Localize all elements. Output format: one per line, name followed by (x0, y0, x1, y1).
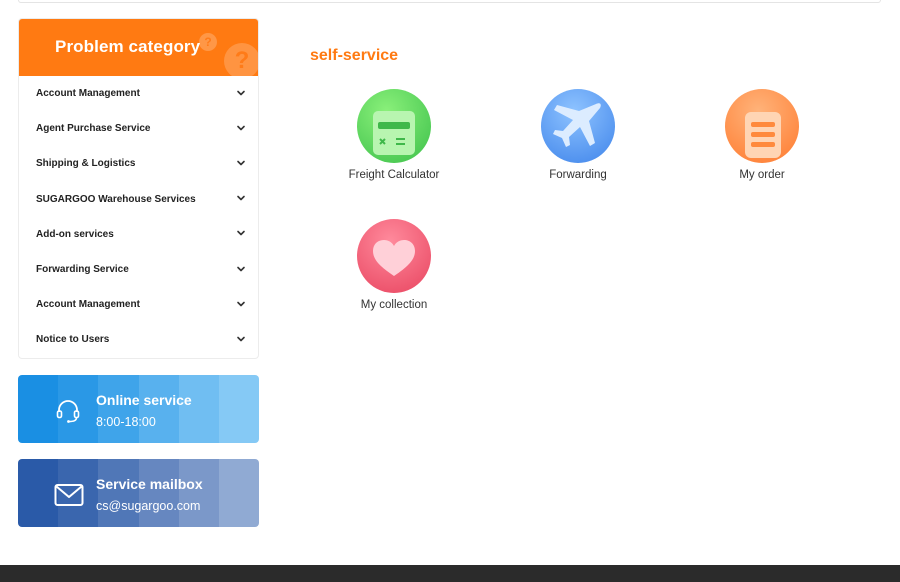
category-item-label: Shipping & Logistics (36, 158, 136, 170)
order-list-icon (725, 89, 799, 163)
online-service-title: Online service (96, 391, 192, 408)
question-mark-icon: ? (224, 43, 258, 76)
airplane-icon (541, 89, 615, 163)
tile-freight-calculator[interactable]: Freight Calculator (314, 89, 474, 181)
self-service-title: self-service (310, 47, 399, 64)
top-search-strip (18, 0, 881, 3)
heart-icon (357, 219, 431, 293)
chevron-down-icon (236, 88, 246, 98)
chevron-down-icon (236, 228, 246, 238)
category-item-label: Account Management (36, 88, 140, 100)
chevron-down-icon (236, 334, 246, 344)
tile-label: Forwarding (549, 169, 607, 181)
tile-my-collection[interactable]: My collection (314, 219, 474, 311)
sidebar: Problem category ? ? Account Management … (18, 18, 259, 527)
category-item-agent-purchase-service[interactable]: Agent Purchase Service (19, 111, 258, 146)
chevron-down-icon (236, 264, 246, 274)
problem-category-panel: Problem category ? ? Account Management … (18, 18, 259, 359)
tile-my-order[interactable]: My order (682, 89, 842, 181)
tile-forwarding[interactable]: Forwarding (498, 89, 658, 181)
tile-label: My collection (360, 299, 428, 311)
tile-label: My order (739, 169, 785, 181)
category-item-forwarding-service[interactable]: Forwarding Service (19, 252, 258, 287)
category-item-label: Agent Purchase Service (36, 123, 151, 135)
category-item-label: Forwarding Service (36, 264, 129, 276)
footer-bar (0, 565, 900, 582)
problem-category-header: Problem category ? ? (19, 19, 258, 76)
tile-label: Freight Calculator (348, 169, 440, 181)
category-item-notice-to-users[interactable]: Notice to Users (19, 322, 258, 357)
category-item-label: Add-on services (36, 228, 114, 240)
category-item-label: Account Management (36, 299, 140, 311)
problem-category-title: Problem category (55, 37, 201, 56)
chevron-down-icon (236, 193, 246, 203)
calculator-icon (357, 89, 431, 163)
service-mailbox-title: Service mailbox (96, 475, 203, 492)
category-item-label: Notice to Users (36, 334, 110, 346)
category-item-account-management[interactable]: Account Management (19, 76, 258, 111)
chevron-down-icon (236, 299, 246, 309)
online-service-hours: 8:00-18:00 (96, 414, 156, 429)
chevron-down-icon (236, 123, 246, 133)
question-mark-icon: ? (199, 33, 217, 51)
category-item-shipping-logistics[interactable]: Shipping & Logistics (19, 146, 258, 181)
mail-icon (54, 481, 84, 509)
category-item-label: SUGARGOO Warehouse Services (36, 193, 196, 205)
service-mailbox-card[interactable]: Service mailbox cs@sugargoo.com (18, 458, 259, 527)
category-item-warehouse-services[interactable]: SUGARGOO Warehouse Services (19, 182, 258, 217)
category-item-add-on-services[interactable]: Add-on services (19, 217, 258, 252)
chevron-down-icon (236, 158, 246, 168)
category-item-account-management-2[interactable]: Account Management (19, 287, 258, 322)
service-mailbox-email[interactable]: cs@sugargoo.com (96, 499, 200, 513)
online-service-card[interactable]: Online service 8:00-18:00 (18, 374, 259, 443)
headset-icon (54, 397, 82, 425)
